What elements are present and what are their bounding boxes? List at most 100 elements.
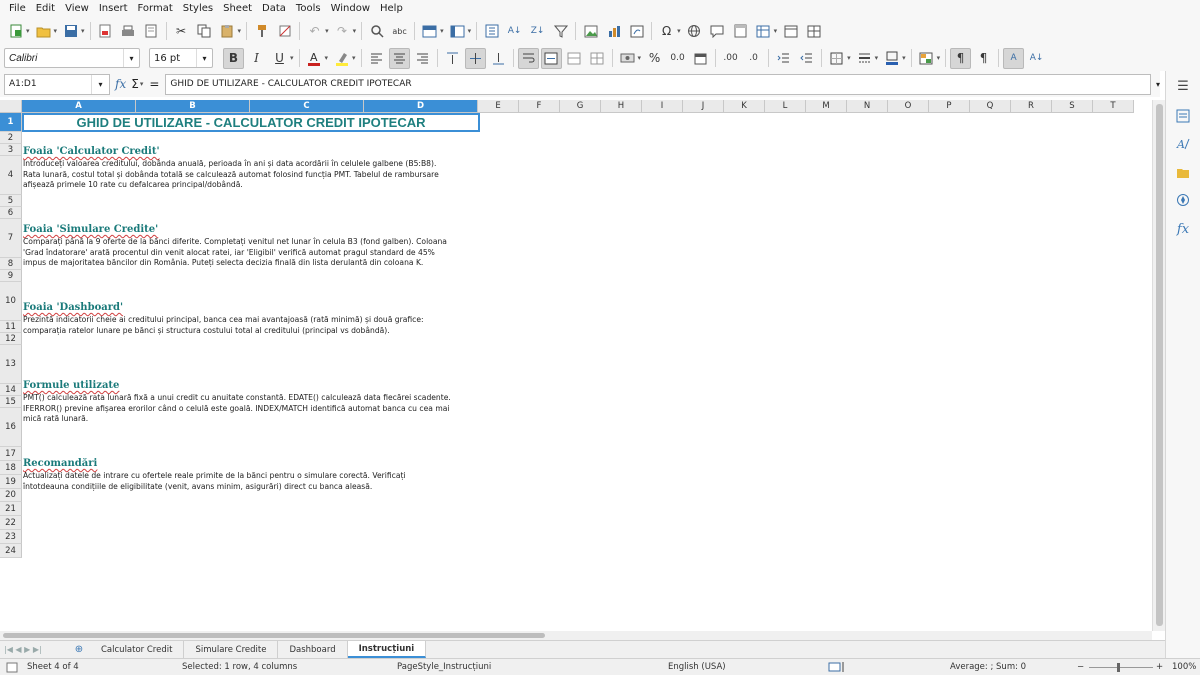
row-header-8[interactable]: 8 [0, 258, 22, 270]
export-pdf-icon[interactable] [95, 21, 116, 42]
properties-icon[interactable] [1173, 106, 1193, 126]
column-header-j[interactable]: J [683, 100, 724, 113]
language[interactable]: English (USA) [668, 662, 726, 672]
selection-mode-icon[interactable] [828, 662, 846, 675]
autofilter-icon[interactable] [550, 21, 571, 42]
sum-dropdown-icon[interactable]: ▾ [140, 80, 144, 88]
highlight-dropdown-icon[interactable]: ▾ [352, 54, 356, 62]
font-color-dropdown-icon[interactable]: ▾ [325, 54, 329, 62]
row-header-22[interactable]: 22 [0, 516, 22, 530]
zoom-level[interactable]: 100% [1172, 662, 1196, 672]
number-format-icon[interactable]: 0.0 [667, 48, 688, 69]
align-vertical-center-icon[interactable] [464, 47, 486, 69]
special-character-icon[interactable]: Ω [656, 21, 677, 42]
row-header-6[interactable]: 6 [0, 207, 22, 219]
underline-dropdown-icon[interactable]: ▾ [290, 54, 294, 62]
border-style-icon[interactable] [854, 48, 875, 69]
unmerge-cells-icon[interactable] [587, 48, 608, 69]
sort-icon[interactable] [481, 21, 502, 42]
font-size-box[interactable]: 16 pt ▾ [149, 48, 213, 68]
column-header-s[interactable]: S [1052, 100, 1093, 113]
styles-icon[interactable]: A [1173, 134, 1193, 154]
redo-icon[interactable]: ↷ [332, 21, 353, 42]
row-header-4[interactable]: 4 [0, 156, 22, 195]
menu-format[interactable]: Format [133, 0, 178, 17]
find-replace-icon[interactable] [366, 21, 387, 42]
prev-sheet-icon[interactable]: ◀ [15, 645, 21, 654]
tab-simulare-credite[interactable]: Simulare Credite [184, 641, 279, 658]
sort-ascending-icon[interactable]: A↓ [504, 21, 525, 42]
bold-icon[interactable]: B [223, 47, 244, 69]
new-dropdown-icon[interactable]: ▾ [26, 27, 30, 35]
menu-sheet[interactable]: Sheet [218, 0, 257, 17]
expand-formula-icon[interactable]: ▾ [1156, 80, 1160, 89]
section-body-simulare[interactable]: Comparați până la 9 oferte de la bănci d… [23, 237, 479, 269]
column-header-b[interactable]: B [136, 100, 250, 113]
menu-styles[interactable]: Styles [178, 0, 218, 17]
gallery-icon[interactable] [1173, 162, 1193, 182]
row-header-2[interactable]: 2 [0, 132, 22, 144]
tab-dashboard[interactable]: Dashboard [278, 641, 348, 658]
borders-dropdown-icon[interactable]: ▾ [847, 54, 851, 62]
cell-grid[interactable] [22, 113, 1152, 631]
pivot-table-icon[interactable] [626, 21, 647, 42]
clear-formatting-icon[interactable] [274, 21, 295, 42]
section-body-dashboard[interactable]: Prezintă indicatorii cheie ai creditului… [23, 315, 479, 336]
highlight-color-icon[interactable] [331, 48, 352, 69]
row-header-1[interactable]: 1 [0, 113, 22, 132]
font-name-box[interactable]: Calibri ▾ [4, 48, 140, 68]
column-header-g[interactable]: G [560, 100, 601, 113]
formula-input[interactable]: GHID DE UTILIZARE - CALCULATOR CREDIT IP… [165, 73, 1151, 95]
percent-format-icon[interactable]: % [644, 48, 665, 69]
open-folder-icon[interactable] [33, 21, 54, 42]
chevron-down-icon[interactable]: ▾ [123, 49, 139, 67]
comment-icon[interactable] [707, 21, 728, 42]
align-center-icon[interactable] [388, 47, 410, 69]
row-header-21[interactable]: 21 [0, 502, 22, 516]
save-icon[interactable] [60, 21, 81, 42]
zoom-slider-handle[interactable] [1117, 663, 1120, 672]
new-document-icon[interactable] [5, 21, 26, 42]
currency-dropdown-icon[interactable]: ▾ [638, 54, 642, 62]
save-dropdown-icon[interactable]: ▾ [81, 27, 85, 35]
zoom-out-icon[interactable]: − [1077, 662, 1084, 672]
hyperlink-icon[interactable] [684, 21, 705, 42]
sort-descending-icon[interactable]: Z↓ [527, 21, 548, 42]
row-icon[interactable] [419, 21, 440, 42]
vertical-scrollbar[interactable] [1152, 100, 1165, 631]
column-header-f[interactable]: F [519, 100, 560, 113]
row-header-17[interactable]: 17 [0, 447, 22, 461]
font-color-icon[interactable]: A [304, 48, 325, 69]
redo-dropdown-icon[interactable]: ▾ [353, 27, 357, 35]
column-header-m[interactable]: M [806, 100, 847, 113]
section-heading-recomandari[interactable]: Recomandări [23, 458, 97, 469]
horizontal-scroll-thumb[interactable] [3, 633, 545, 638]
row-header-15[interactable]: 15 [0, 396, 22, 408]
conditional-dropdown-icon[interactable]: ▾ [937, 54, 941, 62]
row-header-16[interactable]: 16 [0, 408, 22, 447]
column-header-p[interactable]: P [929, 100, 970, 113]
paste-dropdown-icon[interactable]: ▾ [238, 27, 242, 35]
undo-icon[interactable]: ↶ [304, 21, 325, 42]
row-header-10[interactable]: 10 [0, 282, 22, 321]
delete-decimal-icon[interactable]: .0 [743, 48, 764, 69]
menu-help[interactable]: Help [375, 0, 408, 17]
freeze-panes-icon[interactable] [780, 21, 801, 42]
column-header-e[interactable]: E [478, 100, 519, 113]
align-left-icon[interactable] [366, 48, 387, 69]
border-color-dropdown-icon[interactable]: ▾ [902, 54, 906, 62]
column-header-k[interactable]: K [724, 100, 765, 113]
name-box[interactable]: A1:D1 ▾ [4, 73, 110, 95]
menu-data[interactable]: Data [257, 0, 291, 17]
border-color-icon[interactable] [881, 48, 902, 69]
row-header-5[interactable]: 5 [0, 195, 22, 207]
add-sheet-icon[interactable]: ⊕ [72, 644, 86, 655]
currency-format-icon[interactable] [617, 48, 638, 69]
align-top-icon[interactable] [442, 48, 463, 69]
section-body-recomandari[interactable]: Actualizați datele de intrare cu ofertel… [23, 471, 479, 492]
sidebar-menu-icon[interactable]: ☰ [1173, 76, 1193, 96]
add-decimal-icon[interactable]: .00 [720, 48, 741, 69]
open-dropdown-icon[interactable]: ▾ [54, 27, 58, 35]
first-sheet-icon[interactable]: |◀ [4, 645, 13, 654]
zoom-slider[interactable] [1089, 667, 1153, 668]
